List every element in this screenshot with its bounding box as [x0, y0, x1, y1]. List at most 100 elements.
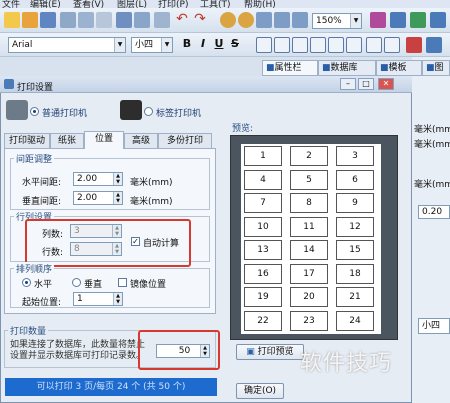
spacing-section-title: 间距调整 [14, 152, 55, 165]
font-name-select[interactable]: Arial ▼ [8, 37, 126, 53]
print-icon[interactable] [116, 12, 132, 28]
preview-cell: 18 [336, 263, 374, 284]
italic-button[interactable]: I [196, 37, 210, 50]
menu-edit[interactable]: 编辑(E) [30, 0, 61, 8]
normal-printer-radio[interactable] [30, 107, 39, 116]
cut-icon[interactable] [60, 12, 76, 28]
align-right-icon[interactable] [292, 37, 308, 53]
preview-cell: 6 [336, 169, 374, 190]
normal-printer-label: 普通打印机 [42, 109, 88, 119]
settings-icon[interactable] [430, 12, 446, 28]
v-spacing-label: 垂直间距: [22, 197, 62, 207]
print-count-title: 打印数量 [8, 324, 49, 337]
menu-help[interactable]: 帮助(H) [244, 0, 276, 8]
align-top-icon[interactable] [310, 37, 326, 53]
print-preview-button[interactable]: ▣ 打印预览 [236, 344, 304, 360]
menu-file[interactable]: 文件 [2, 0, 20, 8]
mirror-label: 镜像位置 [130, 280, 167, 290]
tab-advanced[interactable]: 高级 [124, 133, 158, 148]
vertical-label: 垂直 [84, 280, 103, 290]
tab-template[interactable]: ■模板 [376, 60, 422, 76]
delete-icon[interactable] [154, 12, 170, 28]
align-left-icon[interactable] [256, 37, 272, 53]
tab-multi-copy[interactable]: 多份打印 [158, 133, 212, 148]
actual-size-icon[interactable] [292, 12, 308, 28]
tab-database[interactable]: ■数据库 [318, 60, 376, 76]
bold-button[interactable]: B [180, 37, 194, 50]
preview-cell: 4 [244, 169, 282, 190]
distribute-h-icon[interactable] [366, 37, 382, 53]
open-icon[interactable] [22, 12, 38, 28]
underline-button[interactable]: U [212, 37, 226, 50]
align-center-icon[interactable] [274, 37, 290, 53]
main-toolbar: ↶ ↷ 150% ▼ [0, 8, 450, 33]
tab-properties[interactable]: ■属性栏 [262, 60, 318, 76]
preview-cell: 14 [290, 240, 328, 260]
zoom-in-icon[interactable] [220, 12, 236, 28]
preview-cell: 16 [244, 263, 282, 284]
preview-cell: 12 [336, 216, 374, 237]
label-printer-radio[interactable] [144, 107, 153, 116]
mirror-checkbox[interactable] [118, 278, 127, 287]
save-icon[interactable] [40, 12, 56, 28]
table-icon[interactable] [410, 12, 426, 28]
start-pos-label: 起始位置: [22, 298, 62, 308]
tab-position[interactable]: 位置 [84, 131, 124, 149]
menu-layer[interactable]: 图层(L) [117, 0, 147, 8]
rowcol-highlight [25, 219, 191, 267]
preview-cell: 17 [290, 263, 328, 284]
ok-button[interactable]: 确定(O) [236, 383, 284, 399]
image-icon[interactable] [370, 12, 386, 28]
tab-image[interactable]: ■图 [422, 60, 450, 76]
preview-cell: 24 [336, 310, 374, 331]
right-size-select[interactable]: 小四 [418, 318, 450, 334]
undo-icon[interactable]: ↶ [174, 12, 190, 28]
v-spacing-input[interactable]: 2.00 ▲ ▼ [73, 191, 123, 205]
dialog-title: 打印设置 [17, 83, 54, 93]
strikethrough-button[interactable]: S [228, 37, 242, 50]
preview-cell: 7 [244, 193, 282, 213]
start-pos-input[interactable]: 1 ▲ ▼ [73, 292, 123, 306]
minimize-button[interactable]: – [340, 78, 356, 90]
new-icon[interactable] [4, 12, 20, 28]
preview-cell: 22 [244, 310, 282, 331]
right-unit-2: 毫米(mm) [414, 140, 450, 150]
fit-page-icon[interactable] [256, 12, 272, 28]
h-spacing-input[interactable]: 2.00 ▲ ▼ [73, 172, 123, 186]
maximize-button[interactable]: □ [358, 78, 374, 90]
zoom-select[interactable]: 150% ▼ [312, 13, 362, 29]
print-count-note: 如果连接了数据库，此数量将禁止设置并显示数据库可打印记录数。 [10, 340, 146, 361]
fit-width-icon[interactable] [274, 12, 290, 28]
horizontal-radio[interactable] [22, 278, 31, 287]
flag-icon[interactable] [406, 37, 422, 53]
zoom-out-icon[interactable] [238, 12, 254, 28]
layer-icon[interactable] [426, 37, 442, 53]
preview-cell: 9 [336, 193, 374, 213]
redo-icon[interactable]: ↷ [192, 12, 208, 28]
preview-page: 1 2 3 4 5 6 7 8 9 10 11 12 13 14 15 16 17 18 19 20 21 22 23 24 [241, 144, 381, 334]
copy-icon[interactable] [78, 12, 94, 28]
export-icon[interactable] [390, 12, 406, 28]
align-middle-icon[interactable] [328, 37, 344, 53]
paste-icon[interactable] [96, 12, 112, 28]
preview-cell: 15 [336, 240, 374, 260]
align-bottom-icon[interactable] [346, 37, 362, 53]
preview-cell: 19 [244, 287, 282, 307]
label-printer-label: 标签打印机 [156, 109, 202, 119]
right-value-input[interactable]: 0.20 [418, 205, 450, 219]
preview-cell: 8 [290, 193, 328, 213]
font-size-select[interactable]: 小四 ▼ [131, 37, 173, 53]
menu-print[interactable]: 打印(P) [158, 0, 188, 8]
preview-icon[interactable] [134, 12, 150, 28]
horizontal-label: 水平 [34, 280, 53, 290]
preview-cell: 23 [290, 310, 328, 331]
tab-print-driver[interactable]: 打印驱动 [4, 133, 50, 148]
preview-area: 1 2 3 4 5 6 7 8 9 10 11 12 13 14 15 16 17 18 19 20 21 22 23 24 [230, 135, 398, 340]
tab-paper[interactable]: 纸张 [50, 133, 84, 148]
menu-tools[interactable]: 工具(T) [200, 0, 231, 8]
preview-label: 预览: [232, 124, 254, 134]
distribute-v-icon[interactable] [384, 37, 400, 53]
vertical-radio[interactable] [72, 278, 81, 287]
close-button[interactable]: ✕ [378, 78, 394, 90]
menu-view[interactable]: 查看(V) [73, 0, 104, 8]
